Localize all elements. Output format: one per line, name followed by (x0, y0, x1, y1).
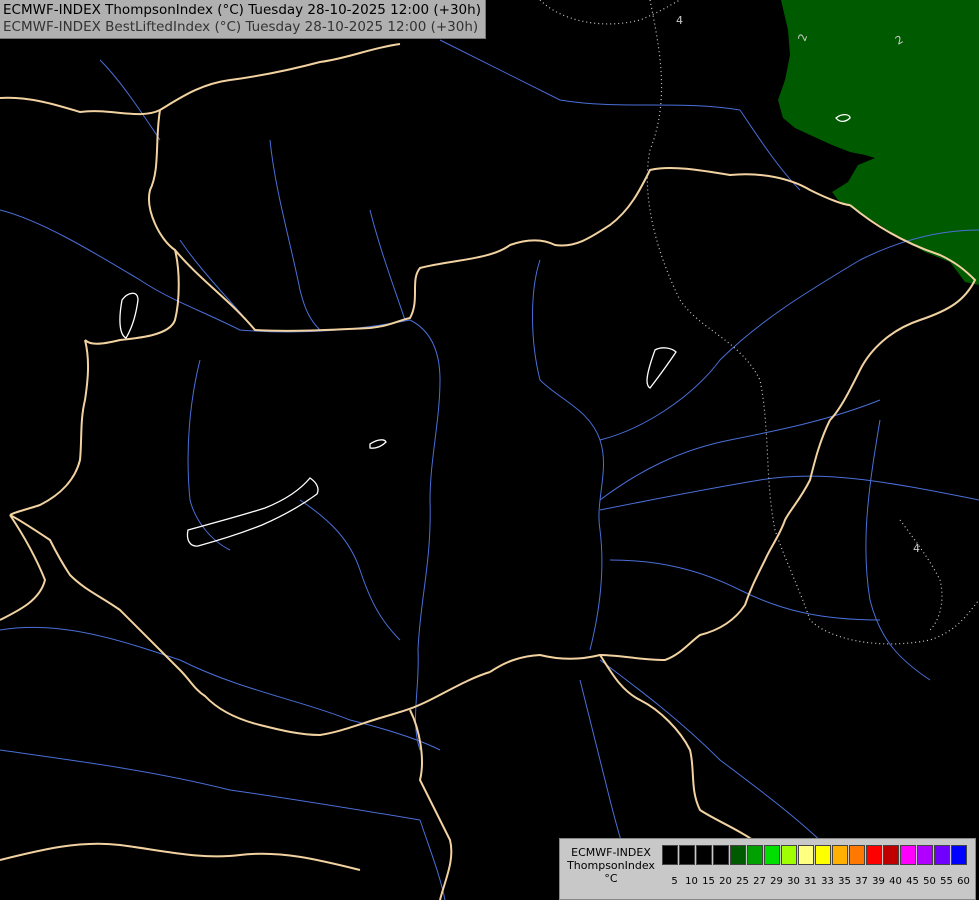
contour-label: 4 (676, 14, 683, 27)
contour-label: 4 (913, 542, 920, 555)
legend-tick-label: 5 (671, 876, 678, 887)
lakes (119, 113, 851, 547)
legend-swatch (849, 845, 865, 865)
legend-tick-label: 10 (685, 876, 698, 887)
legend-tick-label: 45 (906, 876, 919, 887)
border-north (0, 43, 401, 116)
border-sk-hu (174, 166, 851, 332)
legend-swatch (764, 845, 780, 865)
legend-ticks: 5 10 15 20 25 27 29 30 31 33 35 37 39 40 45 50 55 60 (666, 876, 972, 887)
lake-neusiedl (119, 292, 139, 339)
river-drava (0, 626, 441, 751)
legend-title: ECMWF-INDEX ThompsonIndex °C (562, 846, 660, 885)
map-title-box: ECMWF-INDEX ThompsonIndex (°C) Tuesday 2… (0, 0, 486, 39)
border-hu-ro (489, 419, 831, 673)
river-hron (369, 209, 406, 321)
legend-swatch (662, 845, 678, 865)
legend-swatch (696, 845, 712, 865)
border-south (0, 842, 361, 871)
legend-swatch (679, 845, 695, 865)
legend-title-unit: °C (604, 872, 618, 885)
legend-tick-label: 50 (923, 876, 936, 887)
legend-tick-label: 39 (872, 876, 885, 887)
lake-balaton (186, 477, 319, 547)
legend-tick-label: 31 (804, 876, 817, 887)
legend-swatch (917, 845, 933, 865)
river-danube (0, 209, 441, 751)
river-vah (269, 139, 321, 331)
shaded-index-region (778, 0, 979, 285)
legend-tick-label: 30 (787, 876, 800, 887)
legend-swatch (747, 845, 763, 865)
legend-tick-label: 29 (770, 876, 783, 887)
legend-swatch (900, 845, 916, 865)
border-si-hr (0, 514, 47, 621)
river-sio (299, 499, 401, 641)
map-layer: 2 2 4 4 (0, 0, 979, 900)
legend-swatch (866, 845, 882, 865)
title-best-lifted-index: ECMWF-INDEX BestLiftedIndex (°C) Tuesday… (3, 19, 479, 35)
color-legend: ECMWF-INDEX ThompsonIndex °C 5 10 15 20 25 27… (559, 838, 976, 900)
country-borders (0, 43, 977, 900)
legend-tick-label: 55 (940, 876, 953, 887)
river-tisza (532, 259, 604, 651)
legend-tick-label: 15 (702, 876, 715, 887)
legend-tick-label: 40 (889, 876, 902, 887)
river-bega (609, 559, 881, 621)
border-rs-ba (409, 709, 453, 900)
river-drina (419, 819, 446, 900)
legend-swatch (883, 845, 899, 865)
river-raab (187, 359, 231, 551)
legend-swatch (781, 845, 797, 865)
legend-tick-label: 25 (736, 876, 749, 887)
legend-swatch (951, 845, 967, 865)
river-sava (0, 749, 421, 821)
legend-tick-label: 35 (838, 876, 851, 887)
contour-line-4 (899, 519, 943, 631)
contour-line-ne (539, 0, 681, 25)
rivers (0, 39, 979, 900)
legend-swatch (730, 845, 746, 865)
legend-title-model: ECMWF-INDEX (571, 846, 651, 859)
border-hu-hr (9, 514, 491, 737)
legend-swatch (798, 845, 814, 865)
legend-swatch (815, 845, 831, 865)
border-at-si (9, 339, 89, 516)
title-thompson-index: ECMWF-INDEX ThompsonIndex (°C) Tuesday 2… (3, 2, 481, 18)
river-koros (599, 399, 881, 501)
legend-tick-label: 60 (957, 876, 970, 887)
river-tisza-upper (599, 229, 979, 441)
lake-velence (369, 439, 387, 449)
river-vistula (439, 39, 741, 111)
border-cz-at (84, 109, 180, 345)
river-maros (599, 475, 979, 511)
river-oder (99, 59, 161, 141)
river-olt (865, 419, 931, 681)
legend-swatch (713, 845, 729, 865)
legend-swatch (934, 845, 950, 865)
legend-title-parameter: ThompsonIndex (567, 859, 655, 872)
legend-swatch (832, 845, 848, 865)
weather-map: 2 2 4 4 ECMWF-INDEX ThompsonIndex (°C) T… (0, 0, 979, 900)
lake-tisza (646, 347, 677, 389)
border-rs-ro (599, 654, 761, 846)
river-south (599, 659, 831, 851)
legend-tick-label: 37 (855, 876, 868, 887)
legend-tick-label: 20 (719, 876, 732, 887)
legend-tick-label: 33 (821, 876, 834, 887)
legend-tick-label: 27 (753, 876, 766, 887)
legend-swatches (662, 845, 968, 865)
